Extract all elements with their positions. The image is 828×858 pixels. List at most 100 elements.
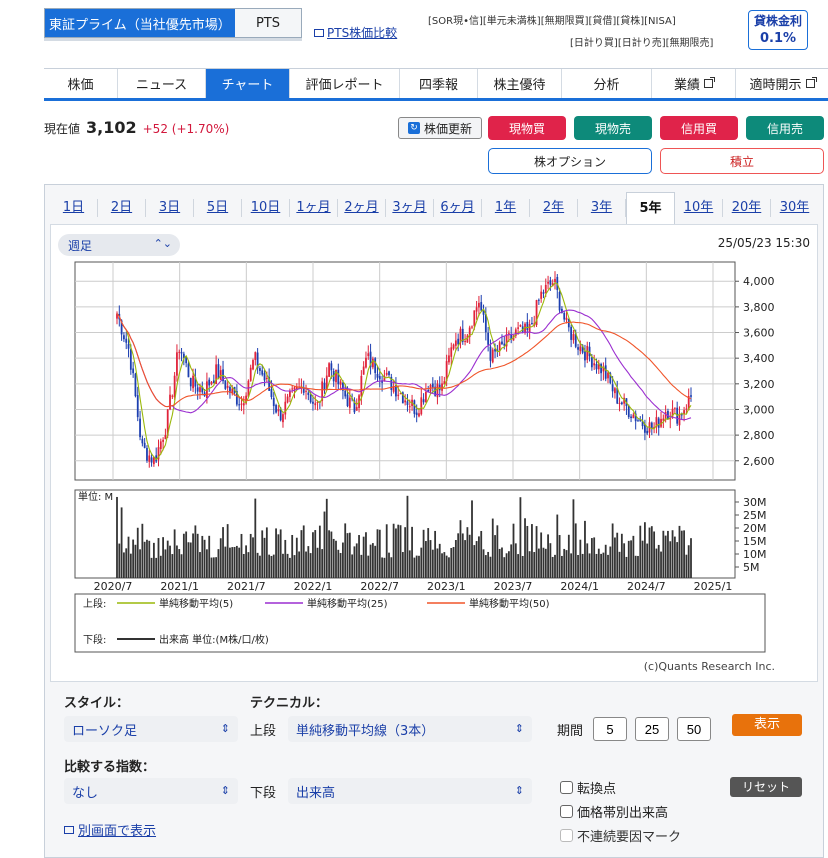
turning-point-checkbox[interactable]: 転換点 — [560, 778, 616, 797]
candle-body — [413, 400, 416, 414]
volume-bar — [577, 555, 579, 578]
x-tick-label: 2025/1 — [694, 580, 733, 593]
volume-bar — [318, 525, 321, 578]
candle-body — [565, 317, 568, 320]
volume-bar — [259, 555, 261, 578]
volume-bar — [579, 539, 582, 578]
volume-bar — [533, 552, 536, 578]
candle-body — [507, 333, 510, 335]
candle-body — [388, 371, 390, 376]
candle-body — [261, 370, 264, 375]
volume-bar — [240, 533, 243, 578]
volume-bar — [210, 557, 213, 578]
candle-body — [558, 291, 561, 311]
volume-tick-label: 5M — [743, 561, 760, 574]
volume-bar — [171, 554, 174, 578]
candle-body — [136, 395, 139, 418]
candle-body — [685, 408, 688, 410]
upper-technical-value: 単純移動平均線（3本） — [296, 723, 435, 739]
candle-body — [265, 378, 268, 380]
volume-bar — [441, 553, 443, 578]
candle-body — [123, 335, 125, 340]
volume-bar — [607, 554, 609, 578]
candle-body — [436, 383, 439, 398]
volume-bar — [208, 535, 211, 578]
candle-body — [457, 338, 460, 345]
volume-bar — [466, 527, 469, 578]
volume-profile-checkbox[interactable]: 価格帯別出来高 — [560, 802, 668, 821]
volume-bar — [673, 536, 676, 578]
candle-body — [339, 381, 342, 385]
volume-bar — [630, 540, 632, 578]
volume-bar — [182, 533, 185, 578]
volume-bar — [291, 534, 294, 578]
volume-bar — [671, 530, 674, 578]
candle-body — [593, 363, 596, 366]
period-input-3[interactable] — [677, 717, 711, 741]
separate-window-link[interactable]: 別画面で表示 — [64, 820, 156, 839]
volume-bar — [277, 534, 280, 578]
candle-body — [176, 352, 178, 376]
candle-body — [572, 334, 575, 341]
volume-bar — [650, 526, 653, 578]
candle-body — [517, 327, 520, 329]
volume-bar — [116, 496, 118, 578]
volume-bar — [215, 557, 218, 578]
volume-bar — [293, 555, 296, 578]
upper-technical-select[interactable]: 単純移動平均線（3本） ⇕ — [288, 716, 532, 742]
legend-series-label: 単純移動平均(50) — [469, 597, 550, 610]
volume-bar — [544, 548, 547, 578]
candle-body — [367, 353, 370, 357]
volume-bar — [595, 553, 598, 578]
volume-bar — [565, 550, 568, 578]
candle-body — [337, 369, 340, 385]
candle-body — [415, 412, 418, 416]
discontinuity-checkbox[interactable]: 不連続要因マーク — [560, 826, 681, 845]
volume-bar — [199, 552, 201, 578]
volume-bar — [169, 545, 171, 578]
volume-bar — [157, 538, 160, 578]
volume-bar — [429, 540, 432, 578]
volume-bar — [482, 549, 485, 578]
reset-button[interactable]: リセット — [730, 777, 802, 797]
volume-tick-label: 15M — [743, 535, 767, 548]
compare-select[interactable]: なし ⇕ — [64, 778, 238, 804]
volume-bar — [438, 543, 441, 578]
volume-bar — [471, 500, 473, 578]
volume-bar — [381, 557, 384, 578]
candle-body — [680, 414, 683, 416]
volume-bar — [489, 556, 492, 578]
volume-bar — [448, 557, 450, 578]
volume-bar — [399, 525, 402, 578]
period-input-2[interactable] — [635, 717, 669, 741]
candle-body — [189, 377, 192, 387]
volume-bar — [286, 553, 289, 578]
candle-body — [252, 360, 254, 370]
volume-bar — [201, 535, 204, 578]
candle-body — [657, 418, 660, 428]
volume-bar — [369, 544, 372, 578]
candle-body — [217, 364, 220, 379]
candle-body — [519, 325, 522, 327]
volume-bar — [226, 524, 229, 578]
upper-label: 上段 — [250, 724, 277, 739]
candle-body — [452, 344, 455, 349]
volume-bar — [519, 497, 522, 578]
candle-body — [491, 349, 494, 363]
volume-bar — [614, 537, 616, 578]
volume-bar — [637, 555, 639, 578]
period-input-1[interactable] — [593, 717, 627, 741]
volume-bar — [464, 540, 466, 578]
volume-bar — [298, 551, 301, 578]
show-button[interactable]: 表示 — [732, 714, 802, 736]
volume-bar — [512, 523, 515, 578]
volume-bar — [353, 546, 356, 578]
style-select[interactable]: ローソク足 ⇕ — [64, 716, 238, 742]
volume-bar — [325, 498, 328, 578]
candle-body — [590, 357, 593, 368]
candle-body — [454, 340, 457, 346]
volume-bar — [496, 525, 499, 578]
candle-body — [162, 439, 165, 442]
lower-technical-select[interactable]: 出来高 ⇕ — [288, 778, 532, 804]
separate-window-label: 別画面で表示 — [78, 824, 157, 839]
